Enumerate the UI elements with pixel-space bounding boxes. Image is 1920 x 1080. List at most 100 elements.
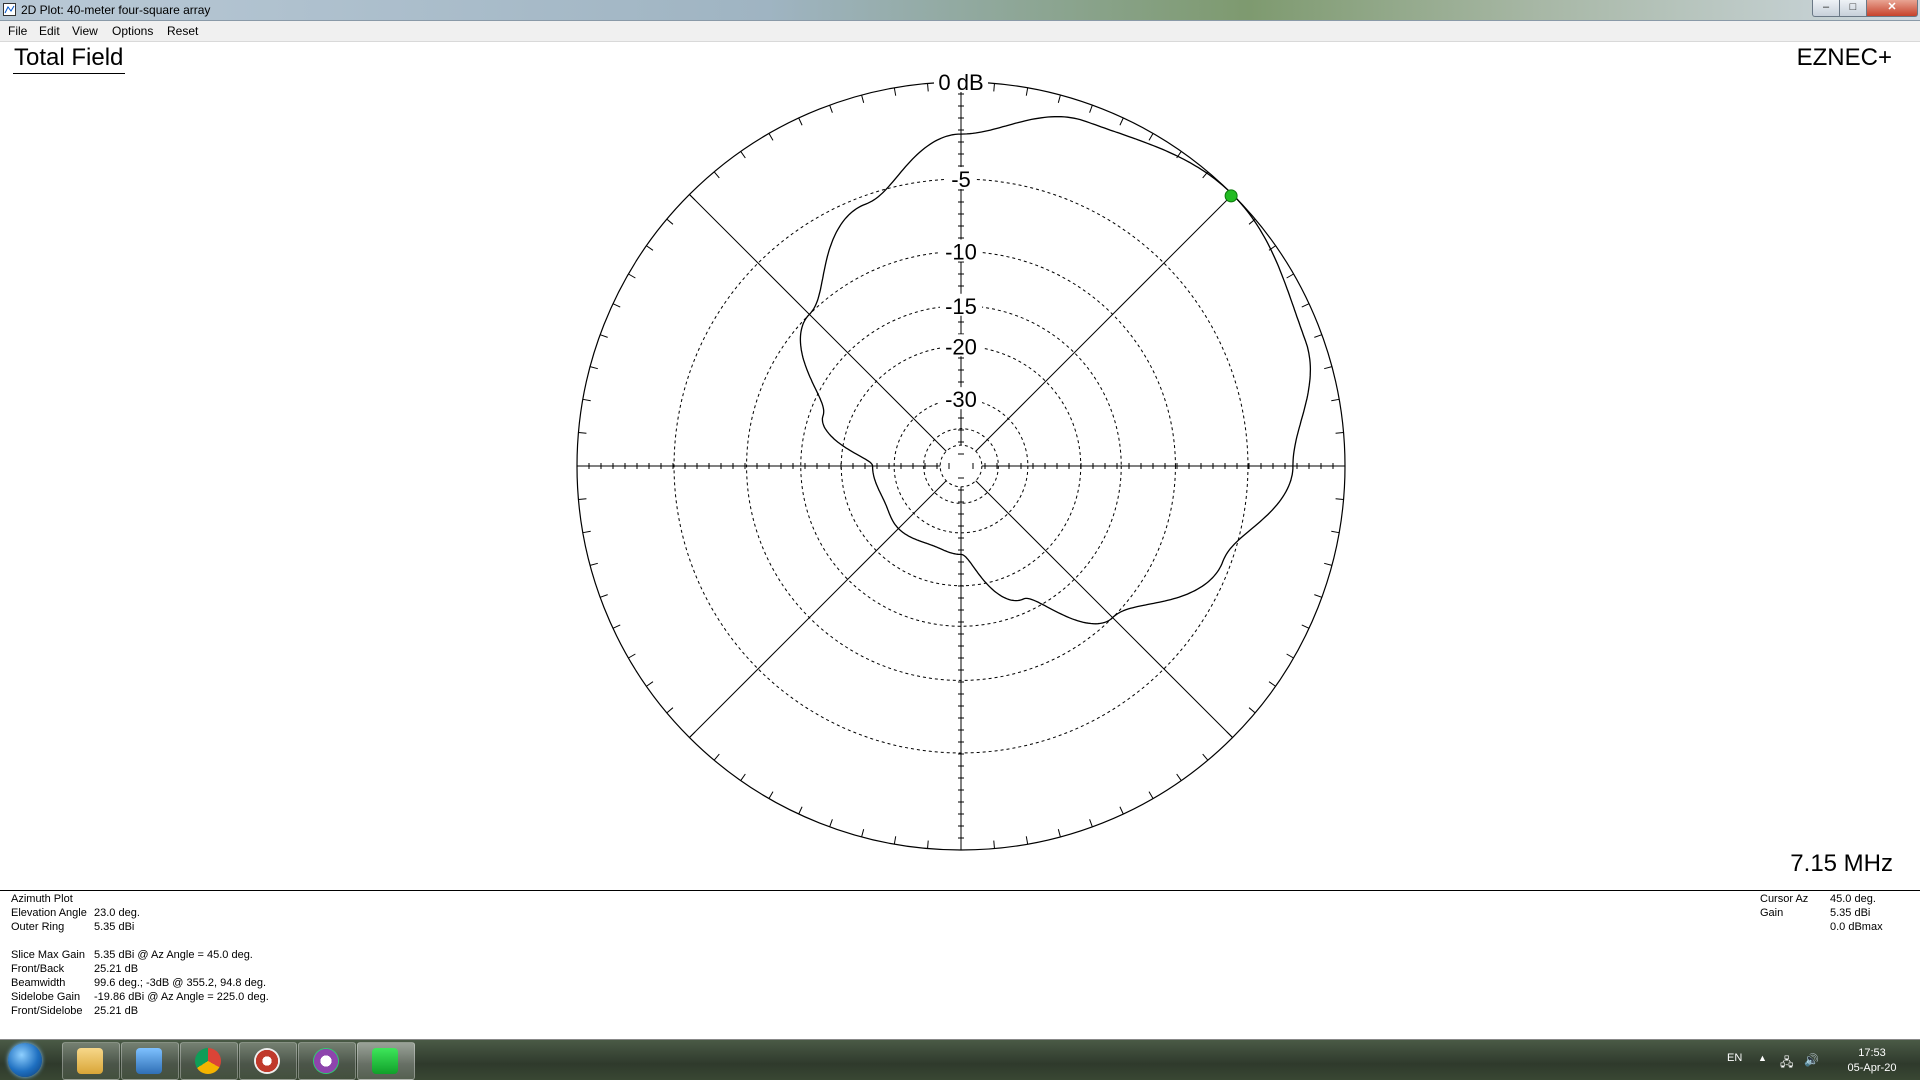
maximize-button[interactable]: □ — [1839, 0, 1867, 17]
plot-area[interactable]: 0 dB -5 -10 -15 -20 -30 Total Field EZNEC+ 7.… — [0, 42, 1920, 891]
outer-tick — [689, 194, 696, 201]
outer-tick — [798, 117, 803, 126]
info-value: 23.0 deg. — [94, 907, 140, 919]
outer-tick — [1176, 773, 1182, 781]
outer-tick — [589, 562, 598, 566]
outer-tick — [1248, 707, 1256, 714]
menu-reset[interactable]: Reset — [167, 24, 198, 38]
outer-tick — [1324, 366, 1333, 370]
taskbar-eznec[interactable] — [357, 1042, 415, 1080]
app-icon — [3, 3, 16, 16]
outer-tick — [1331, 398, 1340, 402]
outer-tick — [628, 653, 636, 659]
outer-tick — [1226, 731, 1233, 738]
outer-tick — [612, 303, 621, 308]
taskbar: EN ▲ 🖧 🔊 17:53 05-Apr-20 — [0, 1040, 1920, 1080]
outer-tick — [1057, 829, 1061, 838]
taskbar-remote[interactable] — [121, 1042, 179, 1080]
title-bar: 2D Plot: 40-meter four-square array – □ … — [0, 0, 1920, 21]
outer-tick — [1025, 836, 1029, 845]
close-button[interactable]: ✕ — [1866, 0, 1918, 17]
outer-tick — [612, 624, 621, 629]
outer-tick — [893, 836, 897, 845]
menu-options[interactable]: Options — [112, 24, 153, 38]
info-label: Outer Ring — [11, 921, 65, 933]
outer-tick — [1148, 791, 1154, 799]
menu-view[interactable]: View — [72, 24, 98, 38]
tray-expand-icon[interactable]: ▲ — [1758, 1053, 1767, 1063]
ring-label: -15 — [945, 294, 977, 319]
outer-tick — [1301, 303, 1310, 308]
outer-tick — [861, 94, 865, 103]
cursor-dbmax-value: 0.0 dBmax — [1830, 921, 1883, 933]
info-panel: Azimuth Plot Elevation Angle 23.0 deg. O… — [0, 891, 1920, 1040]
info-label: Sidelobe Gain — [11, 991, 81, 1003]
grid-spoke — [689, 194, 947, 452]
outer-tick — [1314, 594, 1323, 598]
outer-tick — [829, 104, 833, 113]
outer-tick — [599, 334, 608, 338]
outer-tick — [582, 398, 591, 402]
outer-tick — [1331, 530, 1340, 534]
remote-desktop-icon — [136, 1048, 162, 1074]
outer-tick — [927, 840, 929, 849]
outer-tick — [1314, 334, 1323, 338]
clock-date: 05-Apr-20 — [1847, 1062, 1897, 1074]
outer-tick — [993, 83, 995, 92]
folder-icon — [77, 1048, 103, 1074]
volume-icon[interactable]: 🔊 — [1804, 1053, 1819, 1067]
outer-tick — [1057, 94, 1061, 103]
clock[interactable]: 17:53 05-Apr-20 — [1840, 1046, 1904, 1076]
taskbar-chrome[interactable] — [180, 1042, 238, 1080]
ham-radio-app-icon — [313, 1048, 339, 1074]
start-button[interactable] — [8, 1043, 42, 1077]
info-value: -19.86 dBi @ Az Angle = 225.0 deg. — [94, 991, 269, 1003]
ring-label: -30 — [945, 387, 977, 412]
outer-tick — [689, 731, 696, 738]
plot-title: Total Field — [13, 44, 126, 74]
ring-label: 0 dB — [938, 70, 983, 95]
outer-tick — [1202, 753, 1209, 761]
window-title: 2D Plot: 40-meter four-square array — [21, 3, 211, 17]
info-value: 25.21 dB — [94, 963, 139, 975]
outer-tick — [740, 773, 746, 781]
outer-tick — [1089, 104, 1093, 113]
outer-tick — [1335, 432, 1344, 434]
cursor-marker — [1224, 189, 1238, 203]
outer-tick — [582, 530, 591, 534]
minimize-button[interactable]: – — [1812, 0, 1840, 17]
clock-time: 17:53 — [1858, 1047, 1886, 1059]
outer-tick — [599, 594, 608, 598]
menu-edit[interactable]: Edit — [39, 24, 60, 38]
info-label: Front/Back — [11, 963, 65, 975]
outer-tick — [713, 171, 720, 179]
outer-tick — [1268, 681, 1276, 687]
ring-label: -5 — [951, 167, 971, 192]
polar-plot[interactable]: 0 dB -5 -10 -15 -20 -30 — [0, 42, 1920, 890]
globe-app-icon — [254, 1048, 280, 1074]
outer-tick — [1119, 117, 1124, 126]
menu-file[interactable]: File — [8, 24, 27, 38]
cursor-gain-label: Gain — [1760, 907, 1784, 919]
language-indicator[interactable]: EN — [1727, 1052, 1742, 1064]
brand-label: EZNEC+ — [1796, 44, 1892, 71]
outer-tick — [798, 806, 803, 815]
outer-tick — [646, 245, 654, 251]
taskbar-ham-app[interactable] — [298, 1042, 356, 1080]
outer-tick — [1301, 624, 1310, 629]
grid-spoke — [689, 480, 947, 738]
outer-tick — [768, 791, 774, 799]
grid-spoke — [975, 194, 1233, 452]
outer-tick — [740, 151, 746, 159]
network-icon[interactable]: 🖧 — [1780, 1053, 1793, 1074]
taskbar-explorer[interactable] — [62, 1042, 120, 1080]
taskbar-globe-app[interactable] — [239, 1042, 297, 1080]
info-label: Azimuth Plot — [11, 893, 73, 905]
outer-tick — [1025, 87, 1029, 96]
info-label: Elevation Angle — [11, 907, 87, 919]
info-value: 25.21 dB — [94, 1005, 139, 1017]
menu-bar: File Edit View Options Reset — [0, 21, 1920, 42]
outer-tick — [993, 840, 995, 849]
info-value: 99.6 deg.; -3dB @ 355.2, 94.8 deg. — [94, 977, 267, 989]
eznec-icon — [372, 1048, 398, 1074]
